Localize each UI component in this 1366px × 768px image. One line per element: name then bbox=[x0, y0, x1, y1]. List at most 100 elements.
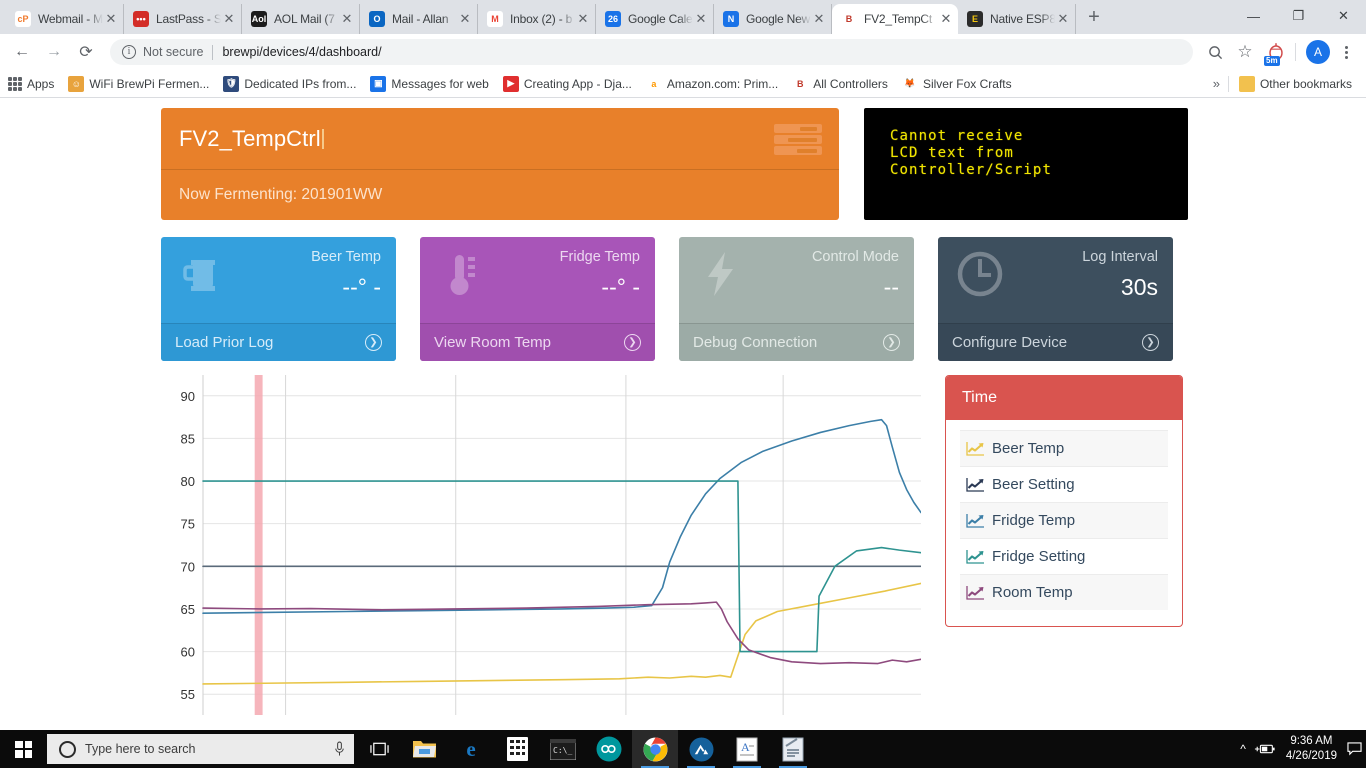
arduino-taskbar-button[interactable] bbox=[586, 730, 632, 768]
tab-close-icon[interactable]: ✕ bbox=[1055, 11, 1071, 27]
y-axis-tick-label: 65 bbox=[181, 602, 195, 617]
minimize-button[interactable]: — bbox=[1231, 0, 1276, 32]
device-panel: FV2_TempCtrl Now Fermenting: 201901WW bbox=[161, 108, 839, 220]
edge-taskbar-button[interactable]: e bbox=[448, 730, 494, 768]
arrow-right-icon: ❯ bbox=[883, 334, 900, 351]
tab-close-icon[interactable]: ✕ bbox=[457, 11, 473, 27]
stat-card-action[interactable]: View Room Temp ❯ bbox=[420, 323, 655, 361]
security-status: Not secure bbox=[143, 45, 204, 59]
tab-close-icon[interactable]: ✕ bbox=[693, 11, 709, 27]
toolbar-divider bbox=[1295, 43, 1296, 61]
taskbar-clock[interactable]: 9:36 AM 4/26/2019 bbox=[1276, 734, 1347, 764]
apps-grid-icon bbox=[8, 76, 22, 91]
file-explorer-icon bbox=[412, 738, 438, 760]
list-settings-icon[interactable] bbox=[774, 124, 822, 155]
address-bar[interactable]: i Not secure brewpi/devices/4/dashboard/ bbox=[110, 39, 1193, 65]
chrome-taskbar-button[interactable] bbox=[632, 730, 678, 768]
new-tab-button[interactable]: + bbox=[1080, 4, 1108, 32]
cpanel-icon: cP bbox=[15, 11, 31, 27]
temperature-chart[interactable]: 55 60 65 70 75 80 85 90 bbox=[161, 375, 921, 715]
bookmarks-overflow-button[interactable]: » bbox=[1213, 76, 1220, 91]
forward-button[interactable]: → bbox=[40, 38, 68, 66]
clock-icon bbox=[951, 245, 1009, 303]
file-explorer-taskbar-button[interactable] bbox=[402, 730, 448, 768]
browser-tab[interactable]: O Mail - Allan ✕ bbox=[360, 4, 478, 34]
stat-card: Control Mode -- Debug Connection ❯ bbox=[679, 237, 914, 361]
maximize-button[interactable]: ❐ bbox=[1276, 0, 1321, 32]
taskbar-search-box[interactable]: Type here to search bbox=[47, 734, 354, 764]
windows-logo-icon bbox=[15, 740, 32, 758]
browser-tab[interactable]: ••• LastPass - S ✕ bbox=[124, 4, 242, 34]
line-chart-icon bbox=[966, 441, 985, 456]
y-axis-tick-label: 60 bbox=[181, 645, 195, 660]
chrome-icon bbox=[642, 736, 668, 762]
command-prompt-taskbar-button[interactable]: C:\_ bbox=[540, 730, 586, 768]
tab-close-icon[interactable]: ✕ bbox=[575, 11, 591, 27]
back-button[interactable]: ← bbox=[8, 38, 36, 66]
url-text: brewpi/devices/4/dashboard/ bbox=[222, 45, 382, 59]
notepad-taskbar-button[interactable]: A bbox=[724, 730, 770, 768]
lcd-line-1: Cannot receive bbox=[890, 128, 1024, 144]
tab-title: Native ESP8 bbox=[990, 12, 1055, 26]
bookmark-item[interactable]: B All Controllers bbox=[792, 75, 888, 92]
bookmark-star-icon[interactable]: ☆ bbox=[1231, 38, 1259, 66]
browser-tab[interactable]: N Google New ✕ bbox=[714, 4, 832, 34]
bookmark-item[interactable]: 🦊 Silver Fox Crafts bbox=[901, 75, 1012, 92]
tab-close-icon[interactable]: ✕ bbox=[221, 11, 237, 27]
bookmark-label: Silver Fox Crafts bbox=[922, 76, 1012, 91]
tab-title: Mail - Allan bbox=[392, 12, 449, 26]
bookmarks-bar: Apps ☺ WiFi BrewPi Fermen... 🛡 Dedicated IPs… bbox=[0, 70, 1366, 98]
browser-tab[interactable]: M Inbox (2) - b ✕ bbox=[478, 4, 596, 34]
tab-close-icon[interactable]: ✕ bbox=[103, 11, 119, 27]
profile-avatar[interactable]: A bbox=[1306, 40, 1330, 64]
device-panel-header: FV2_TempCtrl bbox=[161, 108, 839, 170]
start-button[interactable] bbox=[0, 730, 47, 768]
tray-overflow-icon[interactable]: ^ bbox=[1232, 742, 1254, 756]
bookmark-item[interactable]: Apps bbox=[8, 76, 54, 91]
close-window-button[interactable]: ✕ bbox=[1321, 0, 1366, 32]
bookmark-item[interactable]: a Amazon.com: Prim... bbox=[645, 75, 779, 92]
stat-card-action[interactable]: Load Prior Log ❯ bbox=[161, 323, 396, 361]
site-info-icon[interactable]: i bbox=[122, 45, 136, 59]
microphone-icon[interactable] bbox=[333, 741, 346, 758]
legend-item[interactable]: Beer Setting bbox=[960, 466, 1168, 502]
browser-tab[interactable]: B FV2_TempCt ✕ bbox=[832, 4, 958, 34]
brewpi-extension-icon[interactable]: 5m bbox=[1263, 39, 1289, 66]
tab-close-icon[interactable]: ✕ bbox=[938, 11, 954, 27]
bookmark-item[interactable]: ▶ Creating App - Dja... bbox=[502, 75, 632, 92]
line-chart-icon bbox=[966, 549, 985, 564]
other-bookmarks-button[interactable]: Other bookmarks bbox=[1238, 75, 1352, 92]
action-center-icon[interactable] bbox=[1347, 742, 1362, 756]
folder-icon bbox=[1238, 75, 1255, 92]
tab-close-icon[interactable]: ✕ bbox=[339, 11, 355, 27]
tab-close-icon[interactable]: ✕ bbox=[811, 11, 827, 27]
browser-toolbar: ← → ⟳ i Not secure brewpi/devices/4/dash… bbox=[0, 34, 1366, 70]
calculator-taskbar-button[interactable] bbox=[494, 730, 540, 768]
bookmark-item[interactable]: ▣ Messages for web bbox=[370, 75, 489, 92]
lcd-line-3: Controller/Script bbox=[890, 162, 1052, 178]
legend-item[interactable]: Beer Temp bbox=[960, 430, 1168, 466]
bookmark-label: Amazon.com: Prim... bbox=[666, 76, 779, 91]
youtube-icon: ▶ bbox=[502, 75, 519, 92]
nordvpn-taskbar-button[interactable] bbox=[678, 730, 724, 768]
browser-tab[interactable]: 26 Google Cale ✕ bbox=[596, 4, 714, 34]
legend-item[interactable]: Fridge Setting bbox=[960, 538, 1168, 574]
device-title[interactable]: FV2_TempCtrl bbox=[179, 126, 321, 152]
bookmark-item[interactable]: 🛡 Dedicated IPs from... bbox=[223, 75, 356, 92]
reload-button[interactable]: ⟳ bbox=[72, 38, 100, 66]
bookmark-item[interactable]: ☺ WiFi BrewPi Fermen... bbox=[68, 75, 209, 92]
battery-charging-icon[interactable] bbox=[1254, 742, 1276, 756]
legend-item[interactable]: Room Temp bbox=[960, 574, 1168, 610]
stat-card-action[interactable]: Debug Connection ❯ bbox=[679, 323, 914, 361]
chrome-menu-icon[interactable] bbox=[1334, 38, 1358, 66]
browser-tab[interactable]: Aol AOL Mail (7 ✕ bbox=[242, 4, 360, 34]
device-panel-body: Now Fermenting: 201901WW bbox=[161, 170, 839, 220]
editor-taskbar-button[interactable] bbox=[770, 730, 816, 768]
search-icon[interactable] bbox=[1201, 38, 1229, 66]
browser-tab[interactable]: E Native ESP8 ✕ bbox=[958, 4, 1076, 34]
legend-item[interactable]: Fridge Temp bbox=[960, 502, 1168, 538]
tab-title: AOL Mail (7 bbox=[274, 12, 335, 26]
stat-card-action[interactable]: Configure Device ❯ bbox=[938, 323, 1173, 361]
browser-tab[interactable]: cP Webmail - M ✕ bbox=[6, 4, 124, 34]
task-view-icon[interactable] bbox=[356, 730, 402, 768]
